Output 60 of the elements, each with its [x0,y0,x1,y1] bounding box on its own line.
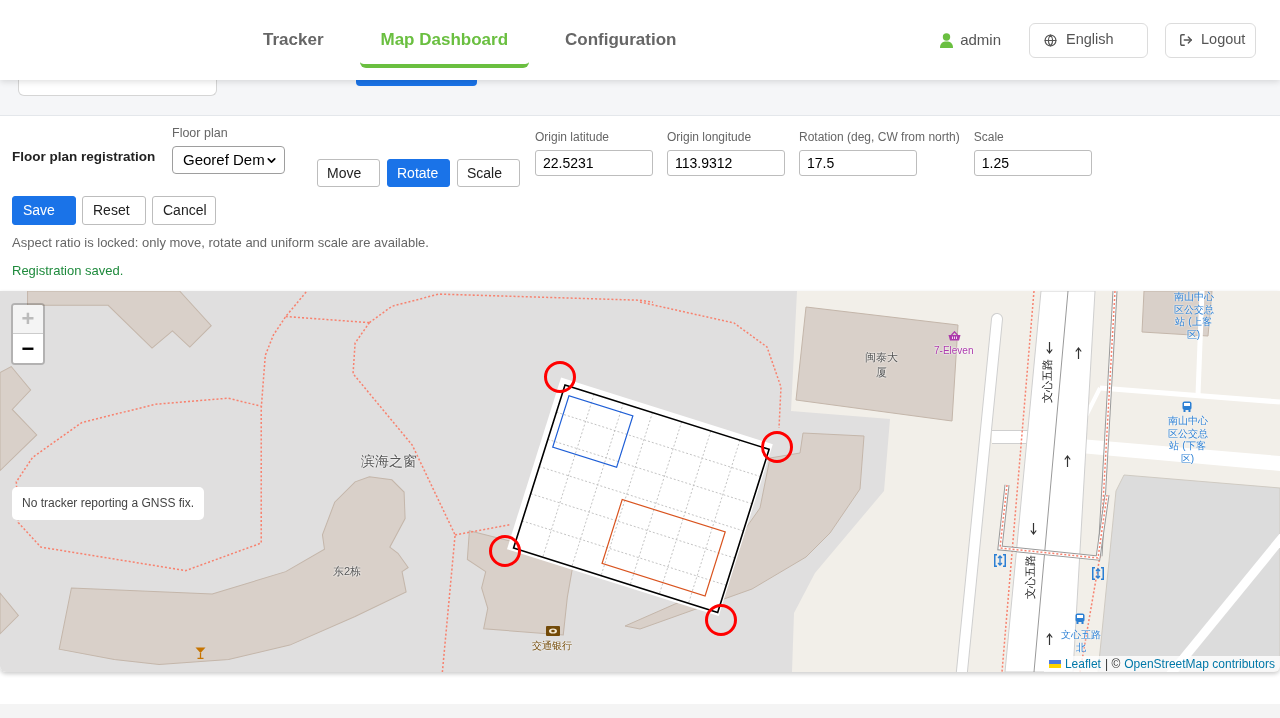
field-label: Floor plan [172,126,229,140]
logout-icon [1179,33,1193,47]
arrow-down-icon [1030,523,1037,535]
bus-icon [1182,401,1192,412]
building-label: 东2栋 [333,564,362,579]
double-arrow-icon [1092,567,1104,580]
number-field[interactable]: 1.25 [973,150,1092,176]
hint-text: Aspect ratio is locked: only move, rotate and uniform scale are available. [12,235,430,251]
double-arrow-icon [994,554,1006,567]
arrow-up-icon [1075,347,1082,359]
bus-stop-label: 南山中心区公交总站 (下客区) [1167,415,1208,465]
panel-title: Floor plan registration [12,149,157,165]
reset-button[interactable]: Reset [82,196,146,225]
nav-tab[interactable]: Configuration [544,12,698,68]
mode-button[interactable]: Scale [457,159,520,187]
floor-plan-overlay[interactable] [489,361,793,636]
bus-icon [1075,613,1085,624]
bus-stop-label: 文心五路北 [1060,629,1101,654]
number-field[interactable]: 17.5 [799,150,917,176]
attribution-link[interactable]: Leaflet [1064,656,1101,672]
corner-handle[interactable] [705,604,737,636]
field-label: Origin longitude [667,130,753,144]
attribution-text: | © [1104,656,1121,672]
place-label: 滨海之窗 [361,453,417,469]
floor-plan-select[interactable]: Georef Dem [172,146,285,174]
bus-stop-label: 南山中心区公交总站 (上客区) [1173,291,1214,341]
attribution-link[interactable]: OpenStreetMap contributors [1124,656,1275,672]
status-message: Registration saved. [12,263,125,279]
number-field[interactable]: 113.9312 [667,150,785,176]
street-label: 文心五路 [1023,555,1037,599]
arrow-up-icon [1046,633,1053,645]
number-field[interactable]: 22.5231 [535,150,653,176]
user-icon [940,32,954,48]
basket-icon [948,331,961,341]
field-label: Origin latitude [535,130,611,144]
username: admin [960,29,1001,50]
banknote-icon [546,626,560,636]
language-button[interactable]: English [1029,22,1148,58]
globe-icon [1044,33,1057,47]
building-label: 闽泰大厦 [864,350,898,380]
corner-handle[interactable] [489,535,521,567]
nav-tab[interactable]: Tracker [242,12,345,68]
cocktail-glass-icon [195,647,206,659]
corner-handle[interactable] [761,431,793,463]
poi-label: 交通银行 [532,640,572,652]
arrow-up-icon [1064,455,1071,467]
poi-label: 7-Eleven [934,345,974,357]
logout-button[interactable]: Logout [1165,22,1256,58]
gnss-notice: No tracker reporting a GNSS fix. [12,487,205,520]
arrow-down-icon [1046,342,1053,354]
street-label: 文心五路 [1040,359,1054,403]
cancel-button[interactable]: Cancel [152,196,216,225]
flag-icon [1048,660,1061,668]
corner-handle[interactable] [544,361,576,393]
save-button[interactable]: Save [12,196,76,225]
mode-button[interactable]: Rotate [387,159,450,187]
mode-button[interactable]: Move [317,159,380,187]
dropdown-field[interactable] [18,80,217,96]
field-label: Scale [973,130,1005,144]
field-label: Rotation (deg, CW from north) [799,130,960,144]
